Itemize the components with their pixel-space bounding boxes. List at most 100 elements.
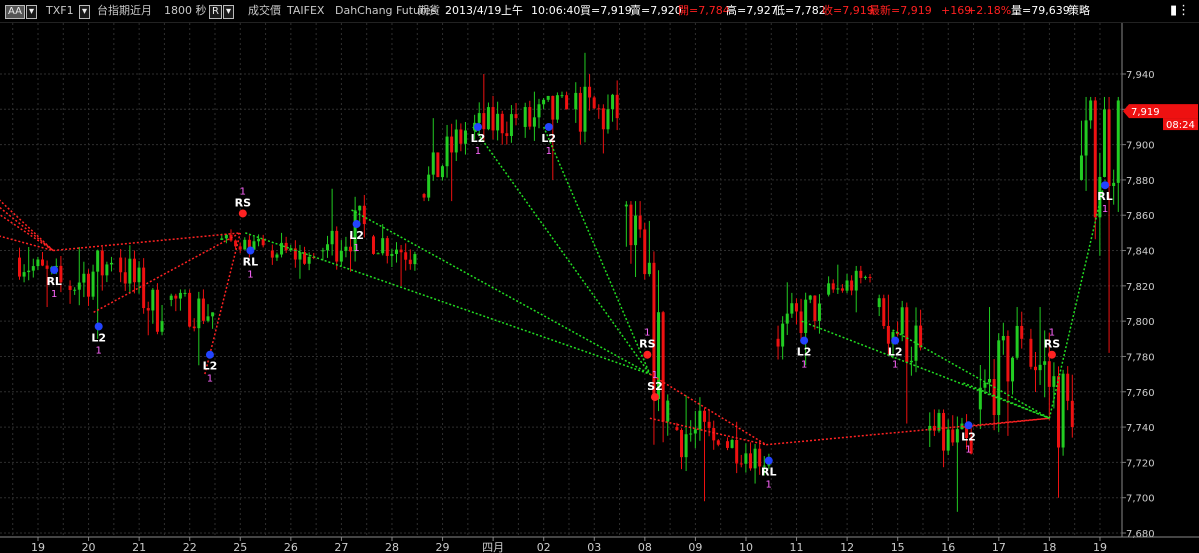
candle-body (27, 270, 31, 273)
candle-body (712, 427, 716, 441)
candle-body (661, 312, 665, 422)
candle (1061, 369, 1065, 456)
x-axis: 19 20 21 22 25 26 27 28 29 四月 02 03 08 09 10 11 12 15 16 17… (31, 537, 1107, 553)
candle-body (827, 283, 831, 295)
y-tick-label: 7,760 (1126, 388, 1155, 399)
signal-label: RL (761, 466, 776, 479)
candle-body (909, 360, 913, 363)
candle-body (445, 136, 449, 167)
signal-label: L2 (203, 360, 218, 373)
candle-body (1015, 325, 1019, 358)
candle-body (615, 94, 619, 119)
x-tick-label: 16 (941, 541, 955, 553)
candle-body (431, 152, 435, 175)
candle-body (817, 303, 821, 321)
candle-body (1066, 373, 1070, 401)
candle-body (22, 272, 26, 277)
signal-dot (643, 350, 652, 359)
x-tick-label: 12 (840, 541, 854, 553)
y-tick-label: 7,940 (1126, 70, 1155, 81)
candle (436, 152, 440, 178)
candle-body (601, 108, 605, 130)
candle-body (845, 280, 849, 291)
x-tick-label: 17 (992, 541, 1006, 553)
candle-body (836, 288, 840, 290)
candle-body (840, 288, 844, 291)
candle-body (68, 285, 72, 291)
signal-dot (50, 265, 59, 274)
candle-body (385, 238, 389, 256)
plot-area (0, 23, 1122, 537)
candle-body (96, 250, 100, 272)
candle-body (698, 410, 702, 430)
candle-body (905, 307, 909, 363)
candle-body (1084, 120, 1088, 156)
candle-body (725, 441, 729, 448)
candle-body (1102, 109, 1106, 177)
candle-body (583, 86, 587, 132)
candle-body (307, 256, 311, 264)
signal-label: L2 (541, 132, 556, 145)
candle-body (270, 250, 274, 258)
signal-count: 1 (766, 480, 772, 491)
current-price-marker: 7,919 08:24 (1123, 104, 1198, 131)
candle-body (41, 259, 44, 266)
signal-label: RL (1097, 190, 1112, 203)
x-tick-label: 03 (587, 541, 601, 553)
candle-body (799, 311, 803, 334)
candle-body (551, 95, 555, 120)
candle-body (707, 421, 711, 428)
candle-body (804, 299, 808, 334)
signal-dot (352, 220, 361, 229)
signal-dot (650, 393, 659, 402)
signal-count: 1 (247, 270, 253, 281)
candle-body (91, 271, 95, 297)
candle-body (206, 316, 210, 321)
candle-body (349, 246, 353, 252)
candle-body (794, 303, 798, 312)
signal-count: 1 (207, 374, 213, 385)
candle-body (1029, 338, 1033, 367)
candle-body (440, 166, 444, 178)
candle-body (597, 108, 601, 110)
candle-body (36, 259, 40, 267)
candle-body (463, 130, 467, 144)
candle-body (257, 238, 261, 242)
candle-body (1047, 361, 1051, 387)
candle-body (178, 292, 182, 299)
candle (155, 283, 159, 335)
candle-body (399, 249, 403, 253)
signal-label: L2 (349, 229, 364, 242)
signal-dot (246, 246, 255, 255)
x-tick-label: 18 (1042, 541, 1056, 553)
signal-dot (1101, 181, 1110, 190)
candle-body (45, 265, 49, 269)
candle-body (514, 114, 518, 119)
candle-body (450, 136, 454, 153)
candle-body (850, 280, 854, 291)
candle-body (509, 114, 513, 136)
candle-body (220, 238, 224, 240)
candle-body (482, 113, 486, 130)
x-tick-label: 22 (183, 541, 197, 553)
candle-body (955, 429, 959, 443)
signal-count: 1 (51, 289, 57, 300)
signal-dot (764, 456, 773, 465)
candle-body (1107, 109, 1111, 187)
y-tick-label: 7,840 (1126, 247, 1155, 258)
signal-dot (1047, 350, 1056, 359)
candle (592, 95, 596, 110)
candle-body (105, 264, 109, 276)
signal-count: 1 (95, 345, 101, 356)
signal-dot (94, 322, 103, 331)
signal-label: L2 (471, 132, 486, 145)
candle-body (275, 254, 279, 258)
candle-body (629, 204, 633, 246)
candle-body (592, 97, 596, 109)
y-tick-label: 7,880 (1126, 176, 1155, 187)
candle (555, 92, 559, 123)
candle (188, 289, 192, 328)
candle-body (942, 412, 946, 451)
candle-body (201, 298, 205, 321)
candle-body (284, 242, 288, 251)
